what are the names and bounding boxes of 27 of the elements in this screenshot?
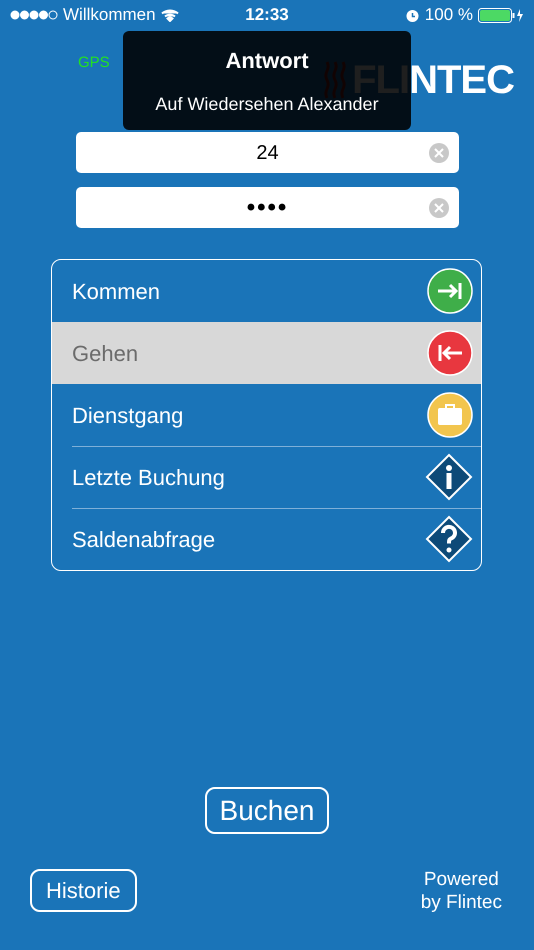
gps-indicator: GPS bbox=[78, 53, 110, 73]
menu-item[interactable]: Letzte Buchung bbox=[52, 446, 481, 508]
info-icon bbox=[425, 453, 473, 501]
arrow-to-bar-icon bbox=[427, 268, 473, 314]
clear-icon[interactable] bbox=[429, 198, 449, 218]
menu-item[interactable]: Dienstgang bbox=[52, 384, 481, 446]
battery-percent: 100 % bbox=[424, 4, 473, 26]
input-field[interactable]: •••• bbox=[76, 187, 459, 228]
clock-time: 12:33 bbox=[245, 4, 289, 26]
history-button[interactable]: Historie bbox=[30, 869, 137, 912]
briefcase-icon bbox=[427, 392, 473, 438]
arrow-from-bar-icon bbox=[427, 330, 473, 376]
menu-item[interactable]: Saldenabfrage bbox=[52, 508, 481, 570]
alarm-icon bbox=[404, 8, 420, 22]
help-icon bbox=[425, 515, 473, 563]
wifi-icon bbox=[160, 8, 179, 22]
input-field[interactable]: 24 bbox=[76, 132, 459, 173]
battery-charging-icon bbox=[478, 8, 524, 22]
toast-text: Auf Wiedersehen Alexander bbox=[155, 94, 379, 116]
clear-icon[interactable] bbox=[429, 142, 449, 162]
menu-item[interactable]: Gehen bbox=[52, 322, 481, 384]
book-button[interactable]: Buchen bbox=[204, 787, 330, 834]
powered-by-text: Powered by Flintec bbox=[420, 868, 502, 914]
carrier-label: Willkommen bbox=[63, 4, 156, 26]
signal-icon bbox=[10, 10, 58, 20]
menu-item[interactable]: Kommen bbox=[52, 260, 481, 322]
toast-title: Antwort bbox=[225, 46, 309, 74]
